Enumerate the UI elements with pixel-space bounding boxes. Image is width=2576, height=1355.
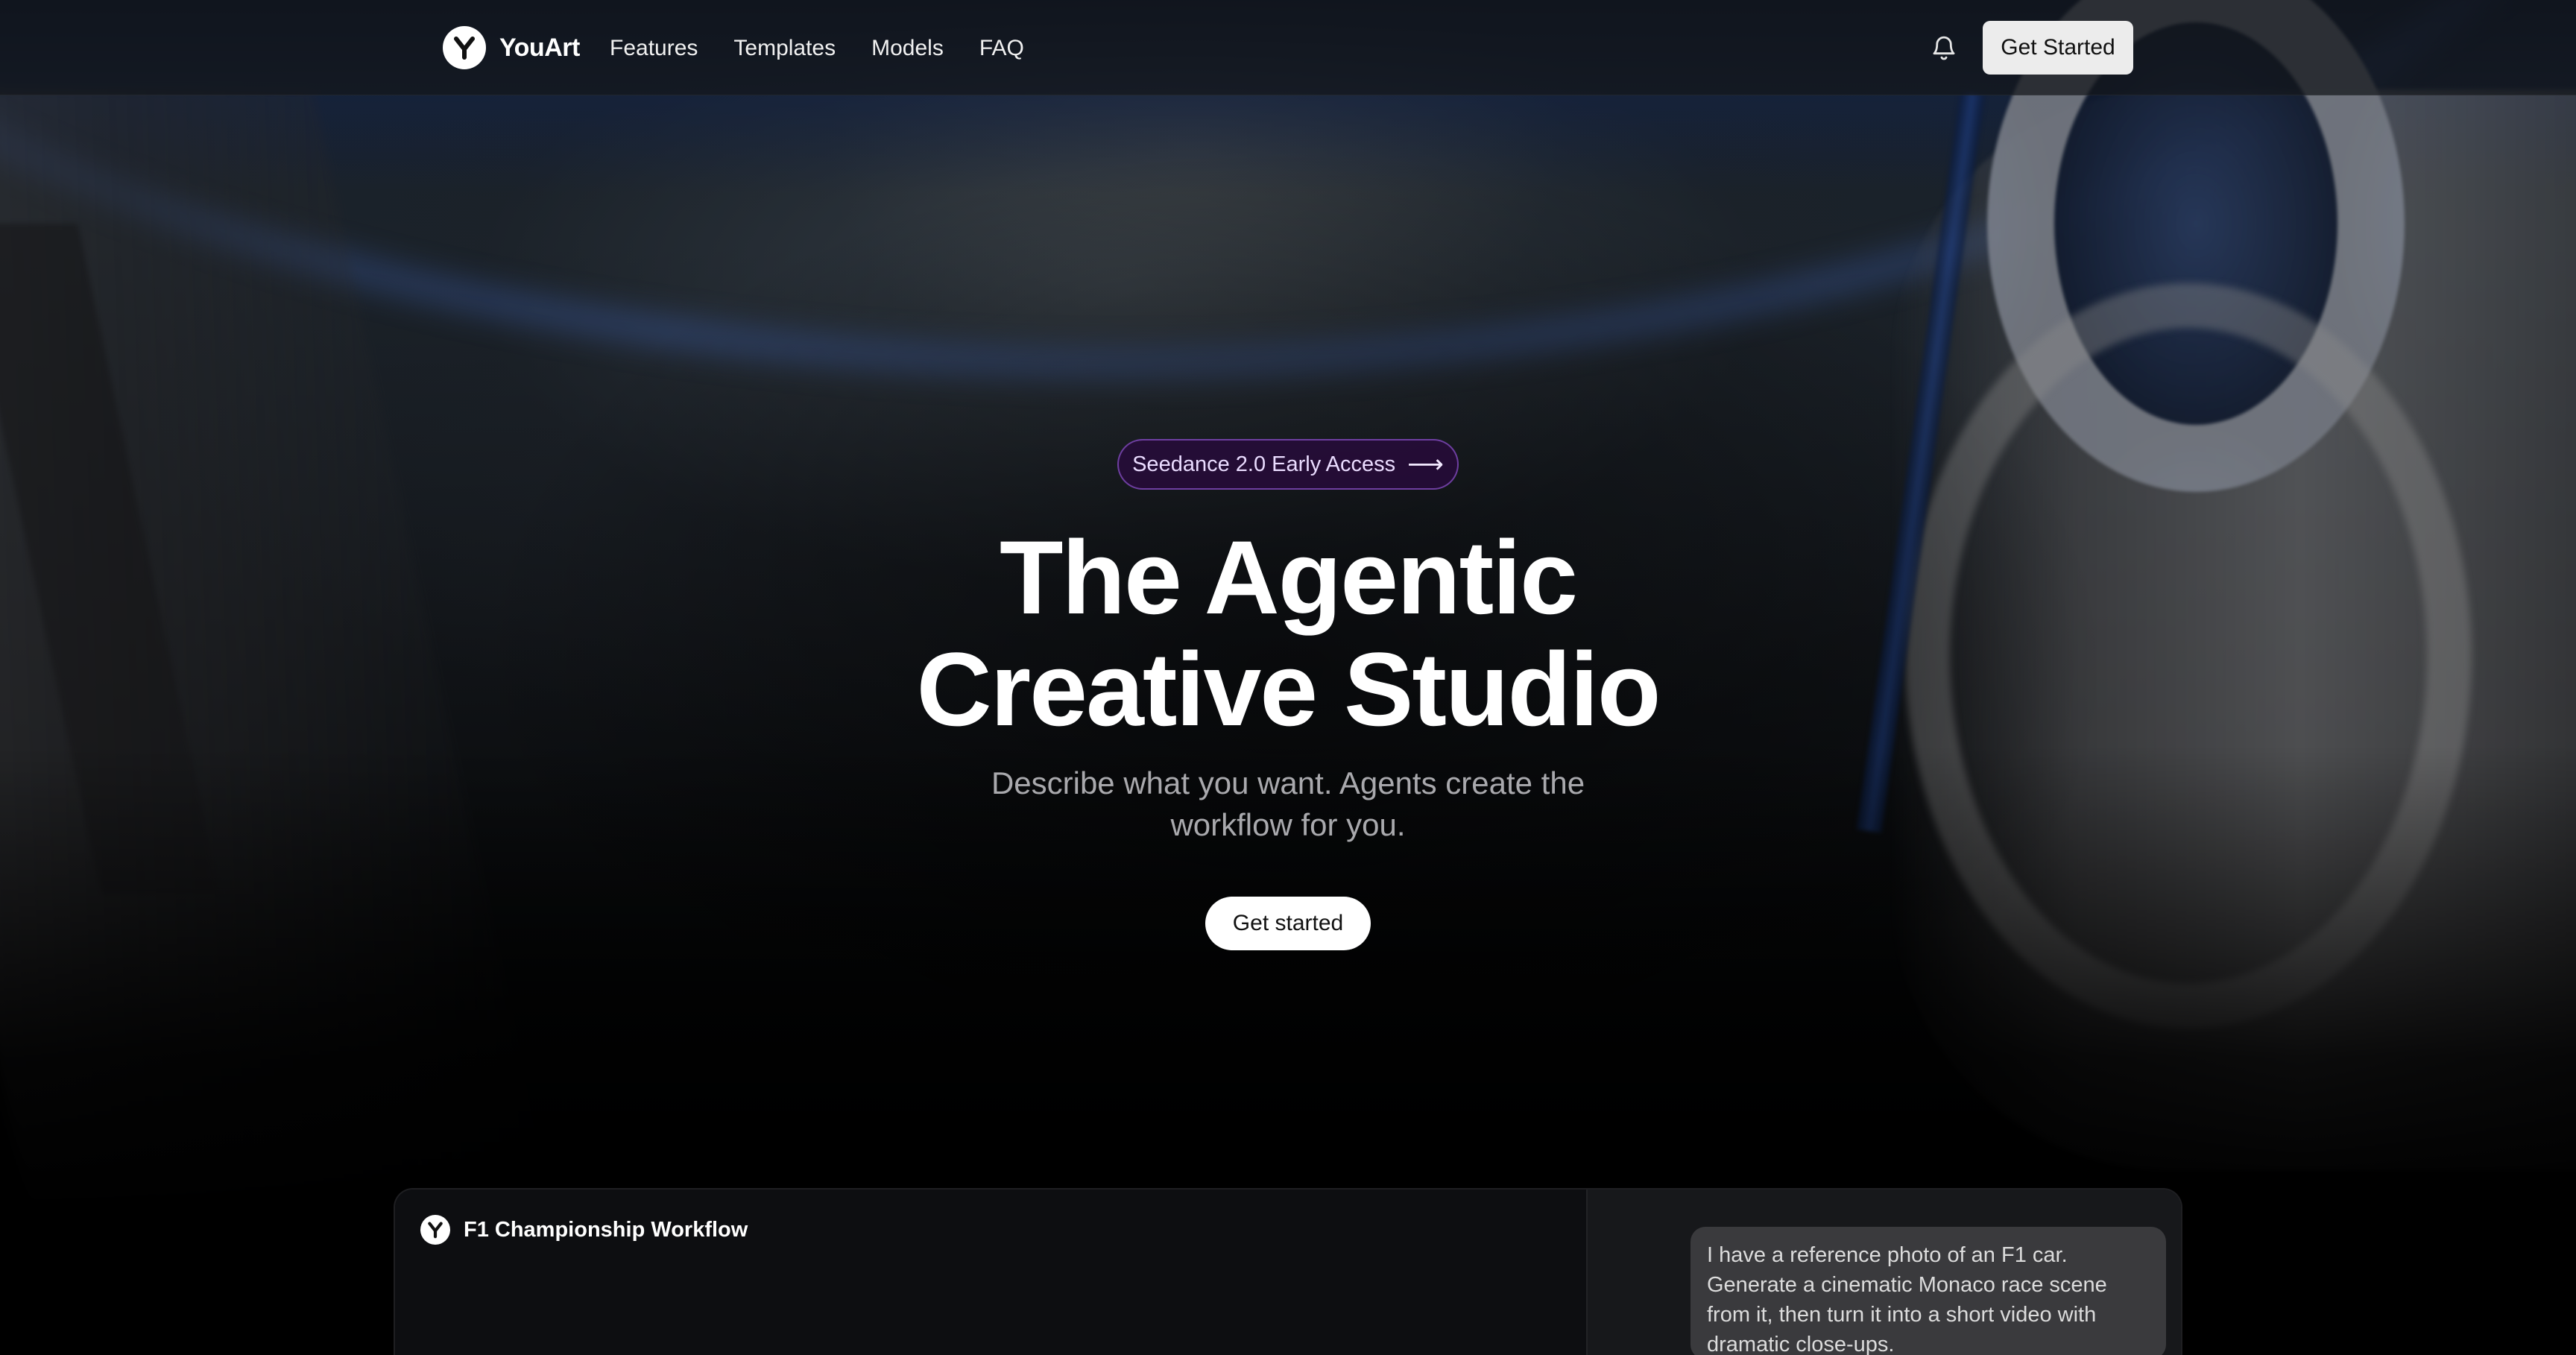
workflow-card: F1 Championship Workflow I have a refere… xyxy=(394,1188,2182,1355)
workflow-header: F1 Championship Workflow xyxy=(420,1215,748,1245)
hero-subhead: Describe what you want. Agents create th… xyxy=(991,765,1585,842)
arrow-right-icon: ⟶ xyxy=(1407,450,1444,478)
hero-section: Seedance 2.0 Early Access ⟶ The Agentic … xyxy=(0,0,2576,1043)
badge-label: Seedance 2.0 Early Access xyxy=(1132,452,1396,476)
chat-panel: I have a reference photo of an F1 car. G… xyxy=(1586,1190,2181,1355)
headline-line-1: The Agentic xyxy=(1000,519,1578,636)
youart-logo-icon xyxy=(420,1215,450,1245)
headline-line-2: Creative Studio xyxy=(916,631,1661,748)
workflow-title: F1 Championship Workflow xyxy=(464,1217,748,1242)
workflow-canvas: F1 Championship Workflow xyxy=(395,1190,1586,1355)
page: YouArt Features Templates Models FAQ Get… xyxy=(0,0,2576,1355)
early-access-badge[interactable]: Seedance 2.0 Early Access ⟶ xyxy=(1117,439,1459,490)
hero-headline: The Agentic Creative Studio xyxy=(0,522,2576,745)
user-chat-message: I have a reference photo of an F1 car. G… xyxy=(1690,1227,2166,1355)
get-started-hero-button[interactable]: Get started xyxy=(1205,897,1371,950)
